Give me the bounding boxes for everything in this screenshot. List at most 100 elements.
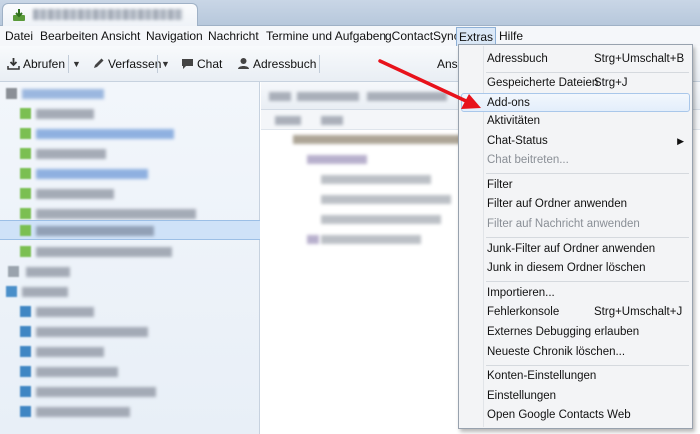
message-row-blurred[interactable] (321, 175, 431, 184)
menu-bar: Datei Bearbeiten Ansicht Navigation Nach… (0, 26, 700, 47)
menu-item-importieren[interactable]: Importieren... (461, 284, 690, 303)
folder-label-blurred (36, 407, 130, 417)
folder-row[interactable] (0, 124, 260, 144)
column-label-blurred (321, 116, 343, 125)
folder-icon (20, 406, 31, 417)
message-row-blurred[interactable] (321, 215, 441, 224)
menu-hilfe[interactable]: Hilfe (496, 26, 526, 46)
folder-row[interactable] (0, 302, 260, 322)
account-icon (6, 88, 17, 99)
menu-item-label: Gespeicherte Dateien (487, 77, 599, 89)
folder-label-blurred (36, 209, 196, 219)
menu-item-label: Chat-Status (487, 135, 548, 147)
folder-row[interactable] (0, 144, 260, 164)
folder-account-row[interactable] (0, 84, 260, 104)
menu-item-junk-filter[interactable]: Junk-Filter auf Ordner anwenden (461, 240, 690, 259)
menu-item-chat-beitreten: Chat beitreten... (461, 151, 690, 170)
menu-termine[interactable]: Termine und Aufgaben (263, 26, 389, 46)
folder-row[interactable] (0, 382, 260, 402)
menu-item-add-ons[interactable]: Add-ons (461, 93, 690, 112)
menu-item-externes-debugging[interactable]: Externes Debugging erlauben (461, 323, 690, 342)
menu-item-accelerator: Strg+Umschalt+B (594, 53, 685, 65)
menu-item-chronik-loeschen[interactable]: Neueste Chronik löschen... (461, 343, 690, 362)
menu-item-label: Neueste Chronik löschen... (487, 346, 626, 358)
folder-pane[interactable] (0, 82, 260, 434)
menu-item-aktivitaeten[interactable]: Aktivitäten (461, 112, 690, 131)
folder-row[interactable] (0, 164, 260, 184)
view-button-cut[interactable]: Ansi (437, 55, 460, 73)
folder-label-blurred (36, 129, 174, 139)
menu-item-junk-loeschen[interactable]: Junk in diesem Ordner löschen (461, 259, 690, 278)
menu-item-label: Add-ons (487, 97, 530, 109)
folder-icon (20, 246, 31, 257)
menu-item-label: Aktivitäten (487, 115, 541, 127)
addressbook-label: Adressbuch (253, 57, 317, 71)
menu-item-label: Importieren... (487, 287, 555, 299)
menu-item-adressbuch[interactable]: Adressbuch Strg+Umschalt+B (461, 50, 690, 69)
menu-ansicht[interactable]: Ansicht (98, 26, 143, 46)
menu-item-label: Junk in diesem Ordner löschen (487, 262, 646, 274)
folder-icon (20, 306, 31, 317)
compose-button[interactable]: Verfassen (92, 55, 161, 73)
get-mail-dropdown[interactable]: ▼ (72, 55, 81, 73)
folder-label-blurred (36, 307, 94, 317)
menu-separator (486, 237, 689, 238)
menu-item-fehlerkonsole[interactable]: Fehlerkonsole Strg+Umschalt+J (461, 303, 690, 322)
column-label-blurred (275, 116, 301, 125)
folder-label-blurred (36, 226, 154, 236)
toolbar-separator (68, 55, 69, 73)
folder-row[interactable] (0, 362, 260, 382)
menu-item-filter[interactable]: Filter (461, 176, 690, 195)
folder-label-blurred (26, 267, 70, 277)
menu-item-konten-einstellungen[interactable]: Konten-Einstellungen (461, 367, 690, 386)
folder-label-blurred (36, 247, 172, 257)
folder-row[interactable] (0, 184, 260, 204)
menu-separator (486, 72, 689, 73)
folder-icon (20, 148, 31, 159)
folder-account-row[interactable] (0, 282, 260, 302)
folder-row[interactable] (0, 402, 260, 422)
get-mail-button[interactable]: Abrufen (7, 55, 65, 73)
chevron-right-icon: ▶ (677, 136, 684, 146)
filter-label-blurred (367, 92, 447, 101)
folder-row[interactable] (0, 104, 260, 124)
folder-label-blurred (36, 169, 148, 179)
message-row-blurred[interactable] (321, 195, 451, 204)
message-row-blurred[interactable] (307, 155, 367, 164)
compose-dropdown[interactable]: ▼ (161, 55, 170, 73)
folder-row-selected[interactable] (0, 220, 260, 240)
folder-label-blurred (36, 347, 104, 357)
menu-item-gespeicherte-dateien[interactable]: Gespeicherte Dateien Strg+J (461, 74, 690, 93)
menu-nachricht[interactable]: Nachricht (205, 26, 262, 46)
menu-item-filter-auf-ordner[interactable]: Filter auf Ordner anwenden (461, 195, 690, 214)
message-row-blurred[interactable] (307, 235, 319, 244)
folder-icon (20, 346, 31, 357)
chat-button[interactable]: Chat (181, 55, 222, 73)
menu-item-label: Einstellungen (487, 390, 557, 402)
menu-bearbeiten[interactable]: Bearbeiten (37, 26, 101, 46)
menu-item-filter-auf-nachricht: Filter auf Nachricht anwenden (461, 215, 690, 234)
menu-datei[interactable]: Datei (2, 26, 36, 46)
folder-row[interactable] (0, 342, 260, 362)
folder-icon (8, 266, 19, 277)
menu-item-chat-status[interactable]: Chat-Status ▶ (461, 132, 690, 151)
menu-gcontactsync[interactable]: gContactSync (382, 26, 463, 46)
download-icon (7, 58, 20, 70)
menu-item-label: Filter (487, 179, 513, 191)
menu-item-google-contacts-web[interactable]: Open Google Contacts Web (461, 406, 690, 425)
folder-icon (20, 366, 31, 377)
folder-icon (20, 208, 31, 219)
addressbook-button[interactable]: Adressbuch (237, 55, 316, 73)
menu-item-einstellungen[interactable]: Einstellungen (461, 387, 690, 406)
menu-separator (486, 173, 689, 174)
tab-inbox[interactable] (2, 3, 198, 27)
message-row-blurred[interactable] (321, 235, 421, 244)
filter-label-blurred (297, 92, 359, 101)
message-row-blurred[interactable] (293, 135, 463, 144)
folder-row[interactable] (0, 262, 260, 282)
menu-navigation[interactable]: Navigation (143, 26, 206, 46)
folder-row[interactable] (0, 242, 260, 262)
folder-row[interactable] (0, 322, 260, 342)
folder-icon (20, 326, 31, 337)
folder-icon (20, 108, 31, 119)
